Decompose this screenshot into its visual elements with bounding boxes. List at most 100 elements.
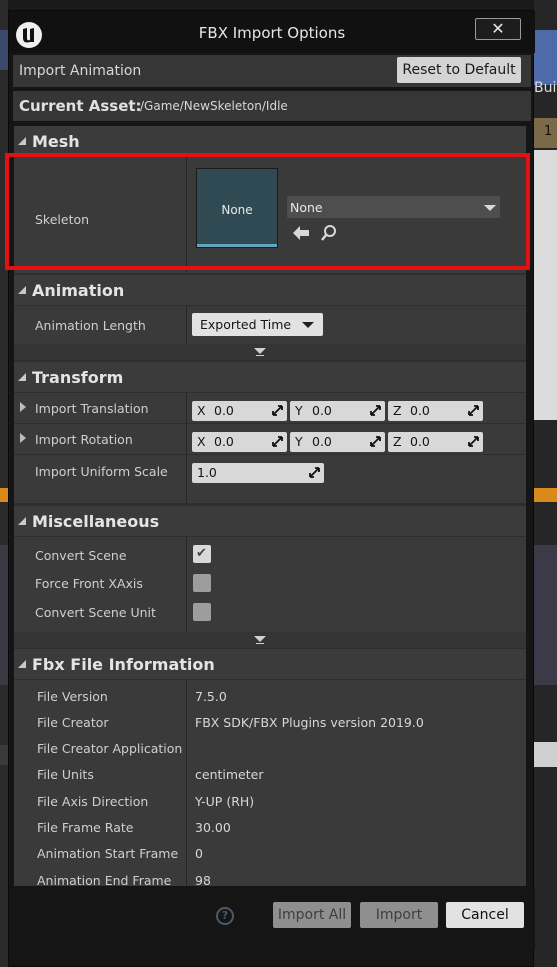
chevron-down-icon: [302, 322, 314, 328]
miscellaneous-rows: Convert Scene Force Front XAxis Convert …: [14, 537, 526, 632]
import-mode-bar: Import Animation Reset to Default: [13, 55, 531, 87]
highlight-box: [5, 153, 530, 270]
file-units-value: centimeter: [195, 767, 264, 782]
dialog-footer: ? Import All Import Cancel: [9, 889, 535, 949]
collapse-arrow-icon: [18, 286, 26, 294]
column-divider[interactable]: [186, 393, 187, 503]
column-divider[interactable]: [186, 537, 187, 632]
category-animation[interactable]: Animation: [14, 275, 526, 305]
collapse-arrow-icon: [18, 517, 26, 525]
window-title: FBX Import Options: [198, 24, 346, 42]
fbx-info-rows: File Version 7.5.0 File Creator FBX SDK/…: [14, 680, 526, 888]
animation-length-label: Animation Length: [35, 318, 146, 333]
convert-scene-unit-checkbox[interactable]: [193, 603, 211, 621]
file-frame-rate-label: File Frame Rate: [37, 820, 134, 835]
file-axis-direction-label: File Axis Direction: [37, 794, 149, 809]
file-creator-label: File Creator: [37, 715, 109, 730]
help-icon[interactable]: ?: [216, 907, 234, 925]
background-build-icon: [534, 30, 557, 85]
animation-start-frame-label: Animation Start Frame: [37, 846, 179, 861]
animation-start-frame-value: 0: [195, 846, 203, 861]
background-editor-left: [0, 0, 8, 967]
category-animation-title: Animation: [32, 281, 125, 300]
file-units-label: File Units: [37, 767, 94, 782]
expand-advanced-icon: [254, 348, 266, 354]
current-asset-label: Current Asset:: [19, 97, 142, 115]
spin-arrows-icon: [468, 405, 479, 416]
axis-x-label: X: [197, 403, 206, 418]
file-creator-application-label: File Creator Application: [37, 741, 183, 756]
file-version-value: 7.5.0: [195, 689, 227, 704]
collapse-arrow-icon: [18, 137, 26, 145]
spin-arrows-icon: [272, 405, 283, 416]
background-orange-strip: [0, 488, 8, 502]
reset-to-default-button[interactable]: Reset to Default: [397, 57, 521, 83]
file-creator-value: FBX SDK/FBX Plugins version 2019.0: [195, 715, 424, 730]
uniform-scale-field[interactable]: 1.0: [192, 463, 324, 483]
translation-z-value: 0.0: [410, 403, 430, 418]
category-fbx-file-information[interactable]: Fbx File Information: [14, 649, 526, 679]
import-mode-label: Import Animation: [19, 63, 142, 79]
axis-z-label: Z: [393, 434, 402, 449]
axis-z-label: Z: [393, 403, 402, 418]
expand-advanced-icon-line: [256, 355, 264, 356]
collapse-arrow-icon: [18, 373, 26, 381]
rotation-x-field[interactable]: X 0.0: [192, 432, 287, 452]
uniform-scale-value: 1.0: [197, 465, 217, 480]
force-front-xaxis-checkbox[interactable]: [193, 574, 211, 592]
file-axis-direction-value: Y-UP (RH): [195, 794, 255, 809]
background-build-label: Buil: [534, 80, 557, 96]
advanced-expander-misc[interactable]: [14, 632, 526, 648]
collapse-arrow-icon: [18, 660, 26, 668]
spin-arrows-icon: [272, 436, 283, 447]
import-all-button[interactable]: Import All: [273, 902, 351, 928]
translation-x-field[interactable]: X 0.0: [192, 401, 287, 421]
import-translation-label: Import Translation: [35, 401, 149, 416]
column-divider[interactable]: [186, 680, 187, 886]
background-tab-label: 1: [544, 124, 553, 139]
expand-arrow-icon[interactable]: [20, 433, 26, 443]
import-uniform-scale-label: Import Uniform Scale: [35, 464, 168, 479]
expand-advanced-icon: [254, 636, 266, 642]
background-white-area: [534, 150, 557, 420]
column-divider[interactable]: [186, 306, 187, 344]
animation-end-frame-value: 98: [195, 873, 211, 888]
axis-x-label: X: [197, 434, 206, 449]
rotation-x-value: 0.0: [214, 434, 234, 449]
category-transform[interactable]: Transform: [14, 362, 526, 392]
current-asset-path: /Game/NewSkeleton/Idle: [140, 99, 288, 113]
import-button[interactable]: Import: [360, 902, 438, 928]
animation-end-frame-label: Animation End Frame: [37, 873, 172, 888]
expand-arrow-icon[interactable]: [20, 402, 26, 412]
category-mesh-title: Mesh: [32, 132, 80, 151]
background-viewport: [0, 545, 8, 685]
checkmark-icon: ✔: [196, 546, 207, 561]
category-transform-title: Transform: [32, 368, 124, 387]
background-toolbar-icon: [0, 30, 8, 70]
category-mesh[interactable]: Mesh: [14, 126, 526, 156]
advanced-expander-animation[interactable]: [14, 344, 526, 360]
animation-length-combo[interactable]: Exported Time: [192, 313, 323, 336]
convert-scene-checkbox[interactable]: ✔: [193, 545, 211, 563]
close-button[interactable]: ✕: [475, 18, 521, 40]
background-panel: [0, 745, 8, 765]
category-fbx-info-title: Fbx File Information: [32, 655, 215, 674]
translation-z-field[interactable]: Z 0.0: [388, 401, 483, 421]
rotation-y-value: 0.0: [312, 434, 332, 449]
axis-y-label: Y: [295, 434, 303, 449]
translation-y-value: 0.0: [312, 403, 332, 418]
convert-scene-label: Convert Scene: [35, 548, 127, 563]
category-miscellaneous[interactable]: Miscellaneous: [14, 506, 526, 536]
convert-scene-unit-label: Convert Scene Unit: [35, 605, 156, 620]
expand-advanced-icon-line: [256, 643, 264, 644]
translation-y-field[interactable]: Y 0.0: [290, 401, 385, 421]
rotation-z-value: 0.0: [410, 434, 430, 449]
current-asset-bar: Current Asset: /Game/NewSkeleton/Idle: [13, 91, 531, 121]
title-bar[interactable]: FBX Import Options ✕: [9, 11, 535, 53]
spin-arrows-icon: [309, 467, 320, 478]
file-frame-rate-value: 30.00: [195, 820, 231, 835]
background-orange-strip-right: [534, 488, 557, 502]
rotation-y-field[interactable]: Y 0.0: [290, 432, 385, 452]
rotation-z-field[interactable]: Z 0.0: [388, 432, 483, 452]
cancel-button[interactable]: Cancel: [446, 902, 524, 928]
